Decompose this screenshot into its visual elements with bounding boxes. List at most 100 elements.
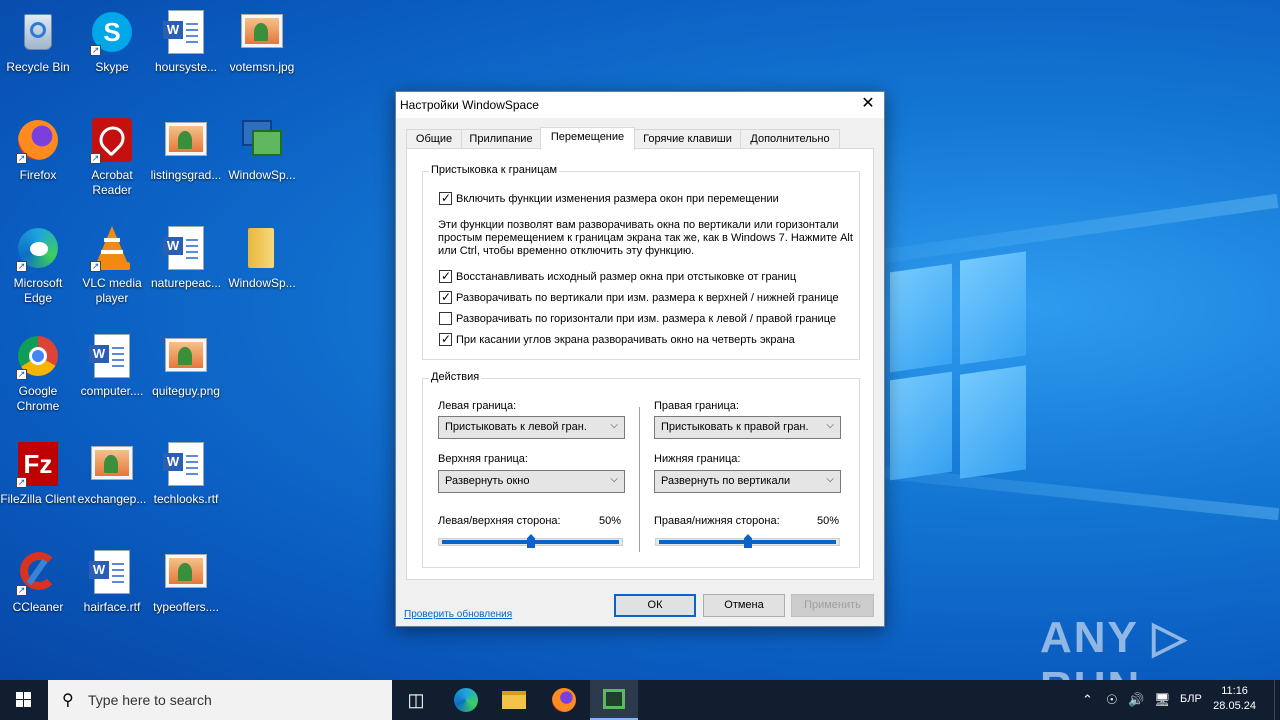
right-border-select[interactable]: Пристыковать к правой гран. ⌵ [654, 416, 841, 439]
desktop-icon-edge[interactable]: ↗ Microsoft Edge [0, 224, 76, 306]
start-button[interactable] [0, 680, 48, 720]
desktop-icon-word-doc[interactable]: W hoursyste... [148, 8, 224, 75]
desktop-icon-word-doc[interactable]: W computer.... [74, 332, 150, 399]
desktop-icon-word-doc[interactable]: W techlooks.rtf [148, 440, 224, 507]
people-icon[interactable]: ☉ [1106, 692, 1118, 708]
search-placeholder: Type here to search [88, 692, 212, 708]
chevron-down-icon: ⌵ [826, 474, 834, 485]
desktop-icon-image[interactable]: exchangep... [74, 440, 150, 507]
task-view-icon[interactable]: ◫ [392, 680, 440, 720]
settings-dialog: Настройки WindowSpace ✕ Общие Прилипание… [395, 91, 885, 627]
desktop-icon-image[interactable]: quiteguy.png [148, 332, 224, 399]
desktop-icon-skype[interactable]: S ↗ Skype [74, 8, 150, 75]
select-value: Пристыковать к левой гран. [445, 421, 587, 433]
show-desktop-button[interactable] [1274, 680, 1280, 720]
checkbox-box[interactable] [439, 312, 452, 325]
right-border-label: Правая граница: [654, 400, 739, 412]
desktop-icon-windowspace-app[interactable]: WindowSp... [224, 116, 300, 183]
chrome-icon: ↗ [14, 332, 62, 380]
clock[interactable]: 11:16 28.05.24 [1213, 684, 1256, 714]
tab-hotkeys[interactable]: Горячие клавиши [634, 129, 741, 149]
desktop-icon-label: VLC media player [82, 276, 142, 305]
desktop-icon-label: WindowSp... [228, 168, 296, 182]
image-file-icon [162, 116, 210, 164]
desktop-icon-word-doc[interactable]: W hairface.rtf [74, 548, 150, 615]
taskbar-search-box[interactable]: ⚲ Type here to search [48, 680, 392, 720]
desktop-icon-recycle-bin[interactable]: Recycle Bin [0, 8, 76, 75]
chevron-up-icon[interactable]: ⌃ [1082, 692, 1093, 708]
tab-general[interactable]: Общие [406, 129, 462, 149]
windowspace-taskbar-icon[interactable] [590, 680, 638, 720]
select-value: Пристыковать к правой гран. [661, 421, 809, 433]
desktop-icon-image[interactable]: listingsgrad... [148, 116, 224, 183]
windowspace-icon [238, 116, 286, 164]
column-divider [639, 407, 640, 552]
group-edge-docking: Пристыковка к границам Включить функции … [422, 164, 860, 360]
checkbox-label: Разворачивать по вертикали при изм. разм… [456, 292, 839, 304]
image-file-icon [238, 8, 286, 56]
clock-time: 11:16 [1221, 685, 1248, 697]
checkbox-box[interactable] [439, 290, 452, 304]
chevron-down-icon: ⌵ [610, 474, 618, 485]
tab-moving[interactable]: Перемещение [540, 127, 635, 150]
network-icon[interactable]: 🖥 [1154, 692, 1171, 708]
checkbox-box[interactable] [439, 269, 452, 283]
dialog-titlebar[interactable]: Настройки WindowSpace ✕ [396, 92, 884, 118]
file-explorer-taskbar-icon[interactable] [490, 680, 538, 720]
desktop-icon-label: WindowSp... [228, 276, 296, 290]
group-title: Пристыковка к границам [429, 164, 560, 176]
image-file-icon [88, 440, 136, 488]
chevron-down-icon: ⌵ [826, 420, 834, 431]
ok-button[interactable]: ОК [614, 594, 696, 617]
desktop-icon-label: Acrobat Reader [91, 168, 133, 197]
desktop-icon-acrobat[interactable]: ↗ Acrobat Reader [74, 116, 150, 198]
tab-advanced[interactable]: Дополнительно [740, 129, 840, 149]
desktop-icon-ccleaner[interactable]: ↗ CCleaner [0, 548, 76, 615]
desktop-icon-label: Recycle Bin [6, 60, 70, 74]
desktop-icon-vlc[interactable]: ↗ VLC media player [74, 224, 150, 306]
desktop-icon-image[interactable]: typeoffers.... [148, 548, 224, 615]
checkbox-label: Восстанавливать исходный размер окна при… [456, 271, 797, 283]
apply-button[interactable]: Применить [791, 594, 874, 617]
checkbox-box[interactable] [439, 191, 452, 205]
right-bottom-side-percent: 50% [817, 515, 840, 527]
desktop-icon-image[interactable]: votemsn.jpg [224, 8, 300, 75]
desktop-icon-folder[interactable]: WindowSp... [224, 224, 300, 291]
tab-snapping[interactable]: Прилипание [461, 129, 541, 149]
filezilla-icon: Fz ↗ [14, 440, 62, 488]
check-updates-link[interactable]: Проверить обновления [404, 609, 512, 620]
right-bottom-side-slider[interactable] [655, 534, 840, 548]
edge-taskbar-icon[interactable] [442, 680, 490, 720]
slider-thumb[interactable] [744, 534, 752, 548]
volume-icon[interactable]: 🔊 [1128, 692, 1144, 708]
top-border-select[interactable]: Развернуть окно ⌵ [438, 470, 625, 493]
left-border-select[interactable]: Пристыковать к левой гран. ⌵ [438, 416, 625, 439]
close-icon[interactable]: ✕ [852, 92, 884, 118]
desktop-icon-label: Firefox [19, 168, 57, 182]
group-title: Действия [429, 371, 482, 383]
checkbox-box[interactable] [439, 332, 452, 346]
desktop-icon-label: listingsgrad... [150, 168, 222, 182]
desktop-icon-filezilla[interactable]: Fz ↗ FileZilla Client [0, 440, 76, 507]
vlc-icon: ↗ [88, 224, 136, 272]
language-indicator[interactable]: БЛР [1180, 693, 1202, 705]
left-top-side-label: Левая/верхняя сторона: [438, 515, 561, 527]
desktop-icon-label: computer.... [80, 384, 144, 398]
cancel-button[interactable]: Отмена [703, 594, 785, 617]
desktop-icon-label: Skype [95, 60, 129, 74]
right-bottom-side-label: Правая/нижняя сторона: [654, 515, 780, 527]
checkbox-label: Разворачивать по горизонтали при изм. ра… [456, 313, 836, 325]
feature-description: Эти функции позволят вам разворачивать о… [438, 219, 853, 257]
bottom-border-select[interactable]: Развернуть по вертикали ⌵ [654, 470, 841, 493]
desktop-icon-word-doc[interactable]: W naturepeac... [148, 224, 224, 291]
ccleaner-icon: ↗ [14, 548, 62, 596]
word-document-icon: W [88, 332, 136, 380]
slider-thumb[interactable] [527, 534, 535, 548]
windows-icon [16, 692, 23, 699]
desktop-icon-firefox[interactable]: ↗ Firefox [0, 116, 76, 183]
windows-logo-wallpaper [890, 250, 1030, 481]
left-top-side-slider[interactable] [438, 534, 623, 548]
firefox-taskbar-icon[interactable] [540, 680, 588, 720]
desktop-icon-label: Microsoft Edge [13, 276, 63, 305]
desktop-icon-chrome[interactable]: ↗ Google Chrome [0, 332, 76, 414]
